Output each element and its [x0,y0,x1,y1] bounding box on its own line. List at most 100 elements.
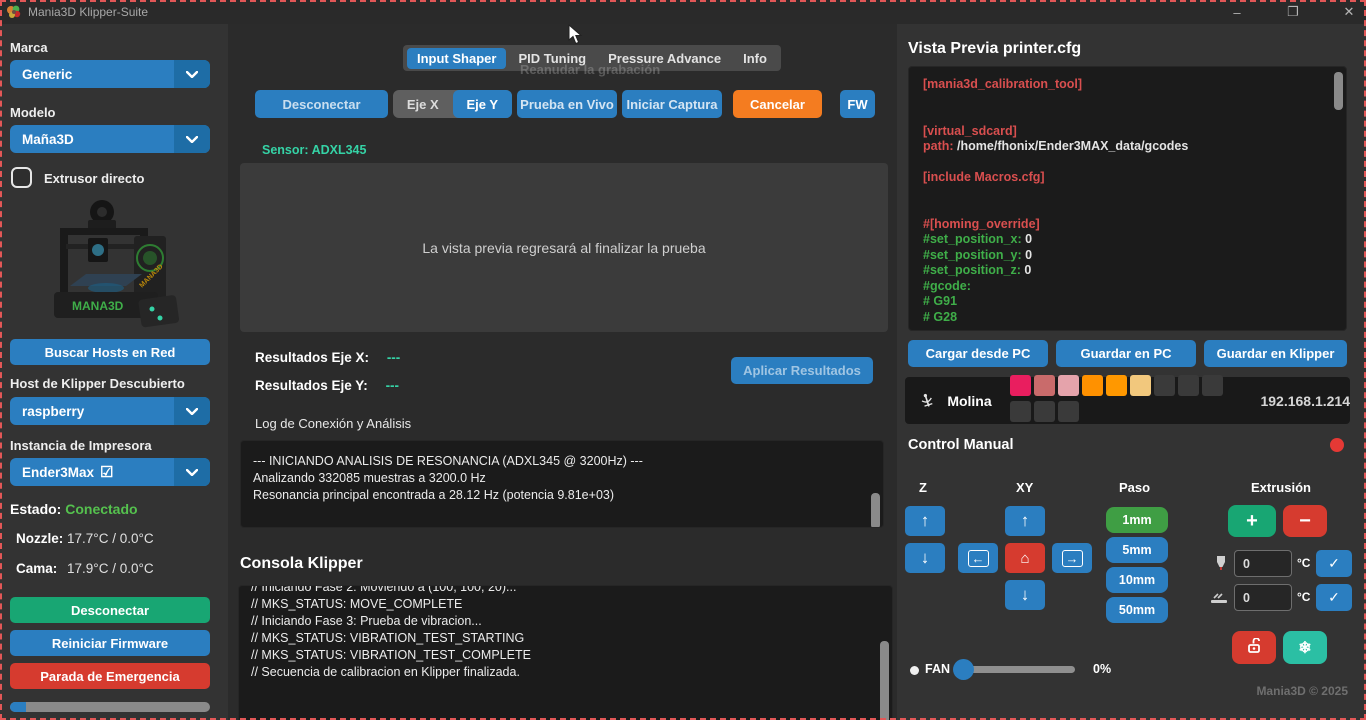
nozzle-temp-unit: °C [1297,556,1310,570]
network-ip: 192.168.1.214 [1260,393,1350,409]
close-button[interactable]: ✕ [1340,4,1358,20]
cargar-desde-pc-button[interactable]: Cargar desde PC [908,340,1048,367]
sidebar-progress-bar [10,702,210,712]
extrusor-label: Extrusor directo [44,171,144,186]
marca-value: Generic [22,67,72,82]
z-down-button[interactable]: ↓ [905,543,945,573]
log-line: Resonancia principal encontrada a 28.12 … [253,487,871,504]
bed-temp-confirm-button[interactable]: ✓ [1316,584,1352,611]
nozzle-temp-input[interactable] [1234,550,1292,577]
xy-left-button[interactable]: ← [958,543,998,573]
network-row[interactable]: Molina 192.168.1.214 [905,377,1350,424]
preview-message: La vista previa regresará al finalizar l… [422,240,705,256]
preview-area: La vista previa regresará al finalizar l… [240,163,888,332]
buscar-hosts-button[interactable]: Buscar Hosts en Red [10,339,210,365]
cfg-line: # G28 [923,310,1332,326]
bed-temp-input[interactable] [1234,584,1292,611]
paso-5mm-button[interactable]: 5mm [1106,537,1168,563]
parada-emergencia-button[interactable]: Parada de Emergencia [10,663,210,689]
sidebar-progress-fill [10,702,26,712]
fan-label: FAN [925,662,950,676]
axis-segmented-control: Eje X Eje Y [393,90,512,118]
restore-button[interactable]: ❐ [1284,4,1302,20]
tab-info[interactable]: Info [733,48,777,69]
toolbar-desconectar-button[interactable]: Desconectar [255,90,388,118]
modelo-dropdown[interactable]: Maña3D [10,125,210,153]
app-window: Mania3D Klipper-Suite – ❐ ✕ Marca Generi… [0,0,1366,720]
paso-10mm-button[interactable]: 10mm [1106,567,1168,593]
cfg-line: #gcode: [923,279,1332,295]
minimize-button[interactable]: – [1228,5,1246,20]
desconectar-button[interactable]: Desconectar [10,597,210,623]
reiniciar-firmware-button[interactable]: Reiniciar Firmware [10,630,210,656]
nozzle-icon [1214,555,1228,571]
guardar-en-pc-button[interactable]: Guardar en PC [1056,340,1196,367]
fw-button[interactable]: FW [840,90,875,118]
fan-slider-track[interactable] [955,666,1075,673]
instancia-dropdown[interactable]: Ender3Max ☑ [10,458,210,486]
home-icon: ⌂ [1020,550,1029,567]
cfg-setx-value: 0 [1025,232,1032,246]
console-line: // MKS_STATUS: MOVE_COMPLETE [251,596,880,613]
tab-pressure-advance[interactable]: Pressure Advance [598,48,731,69]
nozzle-value: 17.7°C / 0.0°C [67,531,154,546]
cfg-line: [virtual_sdcard] [923,124,1332,140]
signal-swatch [1154,375,1175,396]
modelo-label: Modelo [10,105,56,120]
xy-down-button[interactable]: ↓ [1005,580,1045,610]
xy-label: XY [1016,480,1033,495]
chevron-down-icon [174,60,210,88]
xy-up-button[interactable]: ↑ [1005,506,1045,536]
unlock-motors-button[interactable] [1232,631,1276,664]
tab-pid-tuning[interactable]: PID Tuning [508,48,596,69]
signal-swatch [1034,375,1055,396]
unlock-icon [1246,638,1262,654]
estado-value: Conectado [65,501,137,517]
printer-image: MANA3D MANA3D [30,196,200,336]
console-scrollbar-thumb[interactable] [880,641,889,720]
log-scrollbar-thumb[interactable] [871,493,880,528]
bed-icon [1210,591,1228,605]
instancia-value: Ender3Max [22,465,94,480]
right-arrow-icon: → [1062,550,1083,567]
paso-50mm-button[interactable]: 50mm [1106,597,1168,623]
xy-home-button[interactable]: ⌂ [1005,543,1045,573]
extrude-plus-button[interactable]: + [1228,505,1276,537]
title-bar: Mania3D Klipper-Suite – ❐ ✕ [0,0,1366,24]
eje-x-segment[interactable]: Eje X [393,90,453,118]
marca-dropdown[interactable]: Generic [10,60,210,88]
cancelar-button[interactable]: Cancelar [733,90,822,118]
host-dropdown[interactable]: raspberry [10,397,210,425]
signal-swatch [1082,375,1103,396]
cfg-scrollbar-thumb[interactable] [1334,72,1343,110]
cfg-line: # G91 [923,294,1332,310]
resultados-x-value: --- [387,350,401,365]
xy-right-button[interactable]: → [1052,543,1092,573]
extrude-minus-button[interactable]: − [1283,505,1327,537]
cooldown-button[interactable]: ❄ [1283,631,1327,664]
fan-dot-icon [910,666,919,675]
console-box: // Iniciando Fase 2: Moviendo a (100, 10… [238,585,893,720]
guardar-en-klipper-button[interactable]: Guardar en Klipper [1204,340,1347,367]
cfg-path-key: path: [923,139,957,153]
modelo-value: Maña3D [22,132,74,147]
extrusor-checkbox[interactable] [11,167,32,188]
cfg-sety-key: #set_position_y: [923,248,1025,262]
iniciar-captura-button[interactable]: Iniciar Captura [622,90,722,118]
extrusion-label: Extrusión [1251,480,1311,495]
paso-1mm-button[interactable]: 1mm [1106,507,1168,533]
estado-label: Estado: [10,501,61,517]
aplicar-resultados-button[interactable]: Aplicar Resultados [731,357,873,384]
instancia-label: Instancia de Impresora [10,438,152,453]
z-up-button[interactable]: ↑ [905,506,945,536]
eje-y-segment[interactable]: Eje Y [453,90,513,118]
sensor-value: ADXL345 [312,143,367,157]
nozzle-temp-confirm-button[interactable]: ✓ [1316,550,1352,577]
fan-slider-knob[interactable] [953,659,974,680]
app-icon [6,4,22,20]
window-title: Mania3D Klipper-Suite [28,5,148,19]
z-label: Z [919,480,927,495]
prueba-en-vivo-button[interactable]: Prueba en Vivo [517,90,617,118]
host-label: Host de Klipper Descubierto [10,376,185,391]
tab-input-shaper[interactable]: Input Shaper [407,48,506,69]
